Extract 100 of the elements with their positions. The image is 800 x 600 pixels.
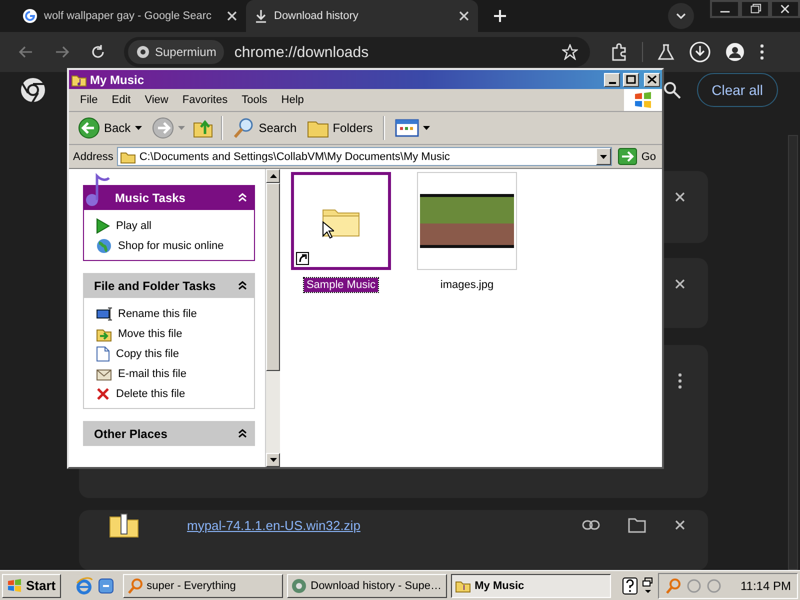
- scroll-down-arrow-icon[interactable]: [270, 458, 276, 462]
- close-icon[interactable]: [458, 10, 470, 22]
- task-link[interactable]: Play all: [116, 220, 152, 232]
- reload-icon[interactable]: [90, 44, 106, 60]
- folders-button[interactable]: Folders: [304, 116, 376, 140]
- caret-icon: [134, 126, 142, 130]
- puzzle-piece-icon[interactable]: [610, 43, 628, 61]
- scrollbar[interactable]: [265, 169, 280, 467]
- address-label: Address: [73, 150, 114, 162]
- taskbar-button[interactable]: super - Everything: [122, 574, 283, 598]
- profile-icon[interactable]: [725, 42, 745, 62]
- window-switch-icon[interactable]: [642, 576, 654, 594]
- menu-item[interactable]: File: [73, 94, 105, 106]
- site-chip-label: Supermium: [155, 45, 216, 59]
- url-text: chrome://downloads: [234, 44, 370, 60]
- folder-icon[interactable]: [628, 517, 646, 533]
- taskbar-button-label: super - Everything: [146, 580, 236, 592]
- flask-icon[interactable]: [657, 43, 675, 61]
- chrome-logo-icon: [20, 77, 46, 103]
- maximize-icon: [626, 75, 636, 84]
- windows-flag-icon: [633, 91, 653, 109]
- caret-icon: [422, 126, 430, 130]
- caret-icon: [178, 126, 185, 130]
- menu-item[interactable]: Favorites: [175, 94, 235, 106]
- magnifier-icon: [126, 578, 143, 594]
- restore-button[interactable]: [740, 0, 770, 18]
- dropdown-button[interactable]: [596, 148, 612, 165]
- file-link[interactable]: mypal-74.1.1.en-US.win32.zip: [187, 518, 572, 532]
- task-link[interactable]: Copy this file: [116, 348, 179, 360]
- more-menu-icon[interactable]: [677, 373, 683, 389]
- tab-title: wolf wallpaper gay - Google Searc: [44, 10, 213, 22]
- close-icon: [647, 75, 657, 84]
- close-icon[interactable]: [674, 519, 686, 531]
- clear-all-button[interactable]: Clear all: [696, 73, 778, 107]
- start-label: Start: [26, 578, 56, 593]
- menu-item[interactable]: View: [138, 94, 176, 106]
- folder-music-icon: [71, 72, 87, 86]
- scroll-up-arrow-icon[interactable]: [270, 174, 276, 178]
- menu-item[interactable]: Edit: [104, 94, 138, 106]
- folder-icon: [120, 150, 136, 164]
- task-link[interactable]: Rename this file: [118, 308, 197, 320]
- address-bar[interactable]: Supermium chrome://downloads: [124, 37, 590, 67]
- start-button[interactable]: Start: [2, 574, 61, 598]
- taskbar-button[interactable]: My Music: [450, 574, 611, 598]
- back-arrow-icon[interactable]: [18, 44, 34, 60]
- close-button[interactable]: [770, 0, 800, 18]
- search-button[interactable]: Search: [230, 115, 300, 141]
- folder-music-icon: [454, 578, 471, 592]
- minimize-button[interactable]: [710, 0, 740, 18]
- new-tab-icon[interactable]: [492, 8, 508, 24]
- browser-tab[interactable]: Download history: [246, 0, 478, 32]
- caret-icon: [600, 154, 608, 158]
- browser-e-icon[interactable]: [74, 576, 93, 594]
- tab-search-button[interactable]: [668, 3, 694, 29]
- taskbar-button-label: My Music: [474, 580, 524, 592]
- task-pane-header[interactable]: File and Folder Tasks: [83, 273, 255, 298]
- task-link[interactable]: Shop for music online: [118, 240, 224, 252]
- close-icon[interactable]: [674, 191, 686, 203]
- download-icon: [254, 9, 268, 23]
- task-pane-header[interactable]: Music Tasks: [83, 185, 255, 210]
- close-icon[interactable]: [674, 278, 686, 290]
- chevron-down-icon: [676, 13, 686, 19]
- window-title: My Music: [90, 72, 144, 86]
- link-icon[interactable]: [582, 519, 600, 531]
- taskbar-button-label: Download history - Supe…: [310, 580, 442, 592]
- go-button[interactable]: Go: [616, 148, 658, 165]
- help-icon[interactable]: [622, 576, 638, 594]
- menu-item[interactable]: Help: [274, 94, 311, 106]
- more-menu-icon[interactable]: [759, 43, 765, 61]
- collapse-chevron-icon[interactable]: [238, 429, 247, 438]
- close-icon[interactable]: [226, 10, 238, 22]
- tab-title: Download history: [274, 10, 360, 22]
- task-link[interactable]: Delete this file: [116, 388, 186, 400]
- address-value: C:\Documents and Settings\CollabVM\My Documents\My Music: [139, 150, 451, 162]
- clock: 11:14 PM: [740, 578, 791, 592]
- menu-item[interactable]: Tools: [234, 94, 274, 106]
- taskbar-button[interactable]: Download history - Supe…: [286, 574, 447, 598]
- address-field[interactable]: C:\Documents and Settings\CollabVM\My Documents\My Music: [117, 147, 612, 166]
- task-pane-title: Other Places: [94, 426, 168, 440]
- search-label: Search: [258, 121, 297, 135]
- search-icon[interactable]: [662, 81, 681, 99]
- copy-file-icon: [96, 346, 110, 362]
- file-name: images.jpg: [439, 278, 495, 292]
- windows-flag-icon: [7, 578, 23, 592]
- star-icon[interactable]: [562, 44, 578, 60]
- mouse-cursor-icon: [322, 221, 334, 239]
- collapse-chevron-icon[interactable]: [238, 281, 247, 290]
- file-name: Sample Music: [304, 278, 378, 292]
- delete-x-icon: [96, 387, 110, 401]
- task-pane-title: Music Tasks: [115, 190, 186, 204]
- task-link[interactable]: Move this file: [118, 328, 182, 340]
- back-button[interactable]: Back: [75, 115, 145, 141]
- forward-arrow-icon[interactable]: [54, 44, 70, 60]
- task-pane-title: File and Folder Tasks: [94, 278, 217, 292]
- task-pane-header[interactable]: Other Places: [83, 421, 255, 446]
- browser-tab[interactable]: wolf wallpaper gay - Google Searc: [14, 0, 246, 32]
- minimize-icon: [608, 82, 616, 84]
- download-icon[interactable]: [689, 41, 711, 63]
- task-link[interactable]: E-mail this file: [118, 368, 186, 380]
- maximize-button[interactable]: [623, 72, 639, 86]
